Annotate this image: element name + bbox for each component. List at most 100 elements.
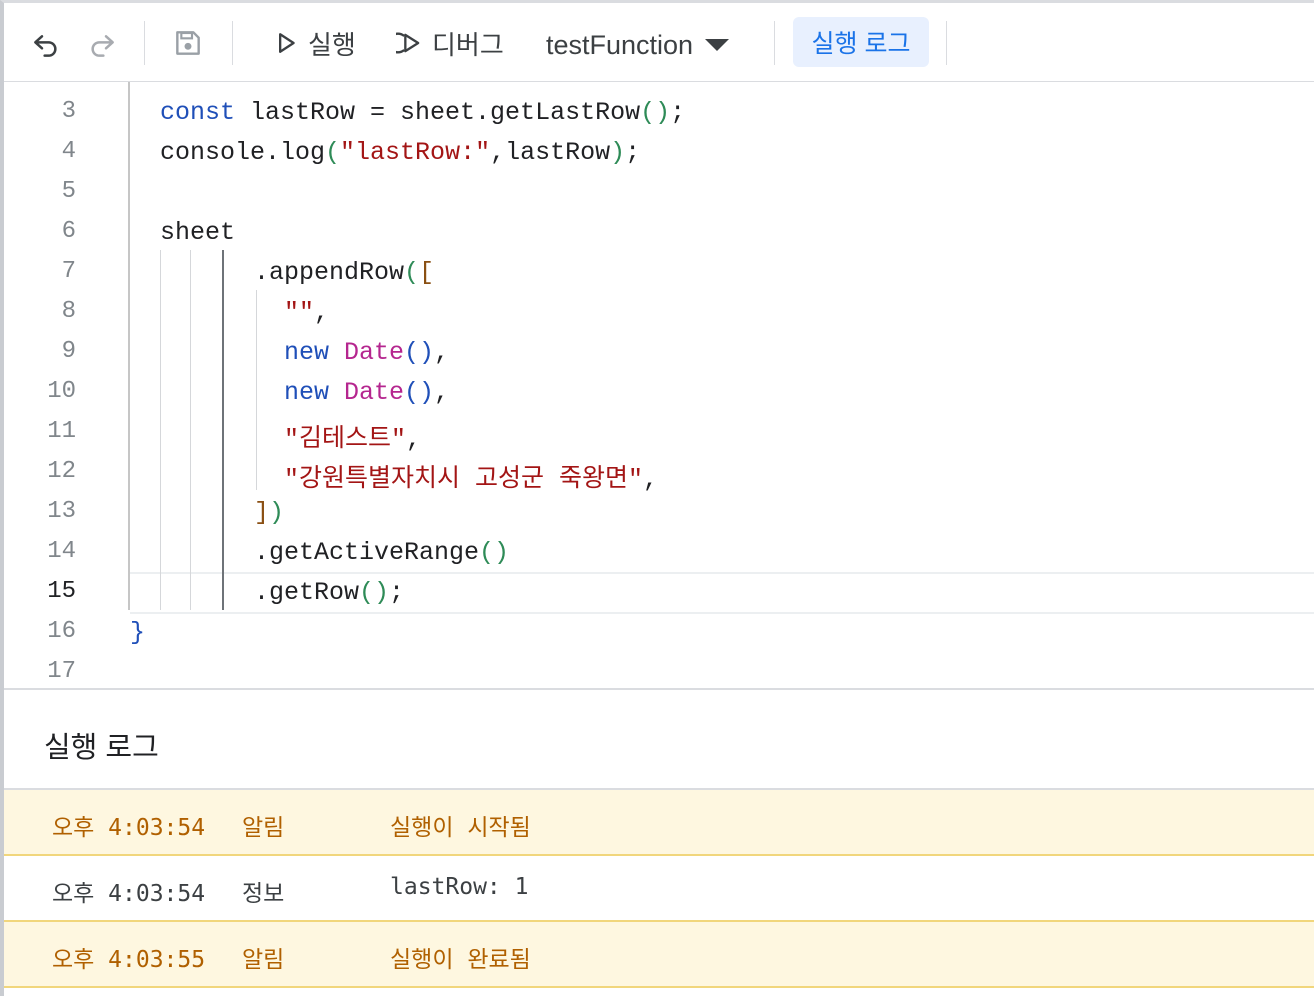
play-icon — [279, 33, 295, 53]
log-row: 오후 4:03:54 정보 lastRow: 1 — [4, 856, 1314, 922]
log-level: 정보 — [242, 881, 285, 907]
log-row: 오후 4:03:55 알림 실행이 완료됨 — [4, 922, 1314, 988]
code-line-active: .getRow(); — [254, 578, 404, 607]
code-line: "김테스트", — [284, 418, 421, 454]
code-text: .getRow — [254, 578, 360, 607]
undo-icon[interactable] — [30, 27, 62, 59]
line-number: 8 — [61, 298, 76, 325]
line-number: 6 — [61, 218, 76, 245]
indent-guide — [222, 250, 224, 610]
code-line: console.log("lastRow:",lastRow); — [160, 138, 640, 167]
code-line: "강원특별자치시 고성군 죽왕면", — [284, 458, 658, 494]
class-name: Date — [344, 338, 405, 367]
string-literal: "김테스트" — [284, 425, 407, 454]
run-label: 실행 — [308, 29, 356, 60]
exec-log-button-label: 실행 로그 — [811, 30, 911, 58]
line-number-active: 15 — [47, 578, 76, 605]
line-number: 10 — [47, 378, 76, 405]
line-number: 17 — [47, 658, 76, 685]
code-text: , — [314, 298, 330, 327]
code-text: ; — [625, 138, 641, 167]
keyword: new — [284, 338, 330, 367]
log-time: 오후 4:03:55 — [52, 947, 206, 973]
log-panel-title: 실행 로그 — [44, 732, 159, 764]
toolbar-divider — [144, 21, 145, 65]
line-number: 9 — [61, 338, 76, 365]
line-number: 5 — [61, 178, 76, 205]
code-bracket: [ — [419, 258, 435, 287]
string-literal: "lastRow:" — [340, 138, 491, 167]
keyword: const — [160, 98, 236, 127]
code-brace: } — [130, 618, 146, 647]
code-area: const lastRow = sheet.getLastRow(); cons… — [130, 82, 1314, 688]
debug-button[interactable]: 디버그 — [396, 23, 504, 63]
code-paren: () — [359, 578, 390, 607]
string-literal: "" — [284, 298, 315, 327]
code-text: ; — [389, 578, 405, 607]
function-select[interactable]: testFunction — [546, 23, 730, 67]
code-paren: ) — [610, 138, 626, 167]
code-paren: ) — [269, 498, 285, 527]
log-table: 오후 4:03:54 알림 실행이 시작됨 오후 4:03:54 정보 last… — [4, 788, 1314, 988]
code-line: new Date(), — [284, 378, 449, 407]
toolbar-divider — [946, 21, 947, 65]
run-button[interactable]: 실행 — [272, 23, 356, 63]
code-text: ,lastRow — [490, 138, 611, 167]
toolbar-divider — [232, 21, 233, 65]
line-number: 4 — [61, 138, 76, 165]
code-paren: ( — [325, 138, 341, 167]
code-text: , — [434, 378, 450, 407]
code-paren: () — [479, 538, 510, 567]
line-number: 3 — [61, 98, 76, 125]
log-time: 오후 4:03:54 — [52, 815, 206, 841]
line-number: 7 — [61, 258, 76, 285]
code-text: , — [406, 425, 422, 454]
log-message: 실행이 시작됨 — [390, 815, 531, 841]
code-paren: () — [404, 378, 435, 407]
code-bracket: ] — [254, 498, 270, 527]
code-text: , — [434, 338, 450, 367]
toolbar: 실행 디버그 testFunction 실행 로그 — [4, 3, 1314, 82]
keyword: new — [284, 378, 330, 407]
indent-guide — [256, 290, 257, 490]
code-text: sheet — [160, 218, 236, 247]
code-paren: ( — [404, 258, 420, 287]
code-text: console.log — [160, 138, 326, 167]
indent-guide — [160, 250, 161, 610]
log-level: 알림 — [242, 947, 285, 973]
code-line: const lastRow = sheet.getLastRow(); — [160, 98, 685, 127]
code-text: .appendRow — [254, 258, 405, 287]
log-row: 오후 4:03:54 알림 실행이 시작됨 — [4, 790, 1314, 856]
chevron-down-icon — [705, 39, 730, 51]
line-number: 12 — [47, 458, 76, 485]
save-icon[interactable] — [172, 27, 204, 59]
log-time: 오후 4:03:54 — [52, 881, 206, 907]
function-name: testFunction — [546, 29, 694, 60]
toolbar-divider — [774, 21, 775, 65]
code-line: new Date(), — [284, 338, 449, 367]
line-number: 16 — [47, 618, 76, 645]
code-line: sheet — [160, 218, 235, 247]
indent-guide — [190, 250, 191, 610]
redo-icon[interactable] — [86, 27, 118, 59]
debug-icon — [396, 32, 420, 54]
code-line: .getActiveRange() — [254, 538, 509, 567]
log-message: lastRow: 1 — [390, 874, 529, 900]
line-gutter: 3 4 5 6 7 8 9 10 11 12 13 14 15 16 17 — [4, 82, 94, 688]
code-text: ; — [670, 98, 686, 127]
line-number: 13 — [47, 498, 76, 525]
line-number: 11 — [47, 418, 76, 445]
code-text: lastRow = sheet.getLastRow — [235, 98, 641, 127]
log-level: 알림 — [242, 815, 285, 841]
log-message: 실행이 완료됨 — [390, 947, 531, 973]
execution-log-panel: 실행 로그 오후 4:03:54 알림 실행이 시작됨 오후 4:03:54 정… — [4, 688, 1314, 996]
code-line: } — [130, 618, 145, 647]
code-line: "", — [284, 298, 329, 327]
code-text: , — [643, 465, 659, 494]
code-editor[interactable]: 3 4 5 6 7 8 9 10 11 12 13 14 15 16 17 co… — [4, 82, 1314, 688]
line-number: 14 — [47, 538, 76, 565]
exec-log-button[interactable]: 실행 로그 — [793, 17, 929, 67]
code-text: .getActiveRange — [254, 538, 480, 567]
code-line: ]) — [254, 498, 284, 527]
code-line: .appendRow([ — [254, 258, 434, 287]
